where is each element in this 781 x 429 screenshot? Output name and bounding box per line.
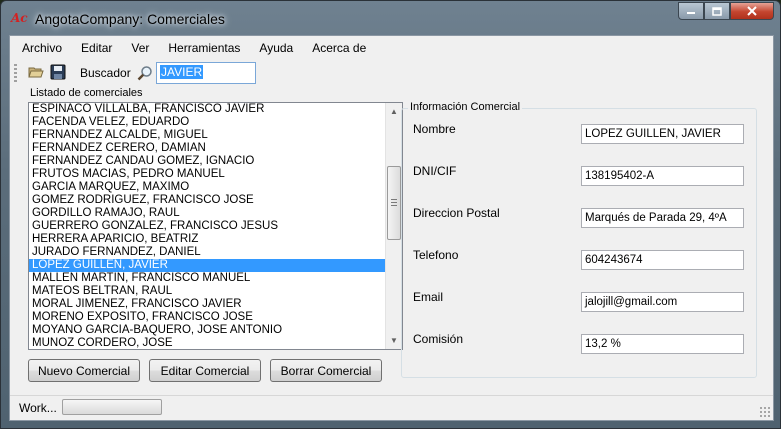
email-field[interactable]: jalojill@gmail.com (581, 292, 744, 312)
comerciales-listbox[interactable]: ESPINACO VILLALBA, FRANCISCO JAVIER FACE… (28, 102, 403, 350)
menu-herramientas[interactable]: Herramientas (168, 41, 240, 55)
toolbar-grip[interactable] (14, 64, 17, 82)
app-window: Ac AngotaCompany: Comerciales Archivo Ed… (0, 0, 781, 429)
menu-ayuda[interactable]: Ayuda (259, 41, 293, 55)
close-icon (747, 6, 757, 16)
list-item[interactable]: FACENDA VELEZ, EDUARDO (29, 116, 385, 129)
comision-label: Comisión (413, 332, 464, 346)
list-item[interactable]: FERNANDEZ CERERO, DAMIAN (29, 142, 385, 155)
minimize-button[interactable] (678, 2, 704, 20)
telefono-label: Telefono (413, 248, 459, 262)
search-input-value: JAVIER (160, 65, 204, 79)
menu-ver[interactable]: Ver (131, 41, 149, 55)
save-icon[interactable] (50, 64, 66, 80)
list-item[interactable]: GORDILLO RAMAJO, RAUL (29, 207, 385, 220)
status-bar: Work... (10, 395, 773, 420)
scroll-up-icon[interactable]: ▲ (386, 103, 402, 120)
status-text: Work... (19, 401, 57, 415)
new-comercial-button[interactable]: Nuevo Comercial (28, 359, 140, 382)
maximize-button[interactable] (704, 2, 730, 20)
dni-label: DNI/CIF (413, 164, 457, 178)
close-button[interactable] (730, 2, 774, 20)
direccion-label: Direccion Postal (413, 206, 500, 220)
delete-comercial-button[interactable]: Borrar Comercial (270, 359, 382, 382)
list-item[interactable]: ESPINACO VILLALBA, FRANCISCO JAVIER (29, 103, 385, 116)
list-item[interactable]: MORAL JIMENEZ, FRANCISCO JAVIER (29, 298, 385, 311)
edit-comercial-button[interactable]: Editar Comercial (149, 359, 261, 382)
menu-bar: Archivo Editar Ver Herramientas Ayuda Ac… (10, 36, 773, 60)
list-item[interactable]: FERNANDEZ CANDAU GOMEZ, IGNACIO (29, 155, 385, 168)
dni-field[interactable]: 138195402-A (581, 166, 744, 186)
search-label: Buscador (80, 66, 131, 80)
menu-acerca-de[interactable]: Acerca de (312, 41, 366, 55)
nombre-label: Nombre (413, 122, 456, 136)
client-area: Archivo Editar Ver Herramientas Ayuda Ac… (9, 35, 774, 421)
list-item[interactable]: LOPEZ GUILLEN, JAVIER (29, 259, 385, 272)
list-item[interactable]: MOYANO GARCIA-BAQUERO, JOSE ANTONIO (29, 324, 385, 337)
minimize-icon (687, 12, 695, 14)
list-item[interactable]: MALLEN MARTIN, FRANCISCO MANUEL (29, 272, 385, 285)
telefono-field[interactable]: 604243674 (581, 250, 744, 270)
resize-grip-icon[interactable] (759, 406, 771, 418)
menu-editar[interactable]: Editar (81, 41, 112, 55)
list-item[interactable]: MORENO EXPOSITO, FRANCISCO JOSE (29, 311, 385, 324)
list-item[interactable]: MATEOS BELTRAN, RAUL (29, 285, 385, 298)
search-icon[interactable] (137, 65, 153, 81)
menu-archivo[interactable]: Archivo (22, 41, 62, 55)
email-label: Email (413, 290, 444, 304)
title-bar[interactable]: Ac AngotaCompany: Comerciales (1, 1, 780, 35)
progress-bar (62, 399, 162, 415)
window-title: AngotaCompany: Comerciales (35, 11, 225, 27)
app-logo-icon: Ac (11, 11, 28, 25)
list-scrollbar[interactable]: ▲ ▼ (385, 103, 402, 349)
scroll-down-icon[interactable]: ▼ (386, 332, 402, 349)
list-item[interactable]: GARCIA MARQUEZ, MAXIMO (29, 181, 385, 194)
list-caption: Listado de comerciales (30, 87, 143, 99)
toolbar: Buscador JAVIER (10, 60, 773, 86)
list-item[interactable]: FERNANDEZ ALCALDE, MIGUEL (29, 129, 385, 142)
info-group-title: Información Comercial (408, 101, 523, 113)
maximize-icon (712, 6, 722, 16)
comision-field[interactable]: 13,2 % (581, 334, 744, 354)
open-folder-icon[interactable] (28, 64, 44, 80)
list-item[interactable]: JURADO FERNANDEZ, DANIEL (29, 246, 385, 259)
list-item[interactable]: FRUTOS MACIAS, PEDRO MANUEL (29, 168, 385, 181)
list-item[interactable]: MUÑOZ CORDERO, JOSE (29, 337, 385, 349)
list-item[interactable]: GUERRERO GONZALEZ, FRANCISCO JESUS (29, 220, 385, 233)
direccion-field[interactable]: Marqués de Parada 29, 4ºA (581, 208, 744, 228)
list-items: ESPINACO VILLALBA, FRANCISCO JAVIER FACE… (29, 103, 385, 349)
list-item[interactable]: GOMEZ RODRIGUEZ, FRANCISCO JOSE (29, 194, 385, 207)
search-input[interactable]: JAVIER (156, 62, 256, 84)
scrollbar-thumb[interactable] (387, 166, 401, 240)
list-item[interactable]: HERRERA APARICIO, BEATRIZ (29, 233, 385, 246)
nombre-field[interactable]: LOPEZ GUILLEN, JAVIER (581, 124, 744, 144)
